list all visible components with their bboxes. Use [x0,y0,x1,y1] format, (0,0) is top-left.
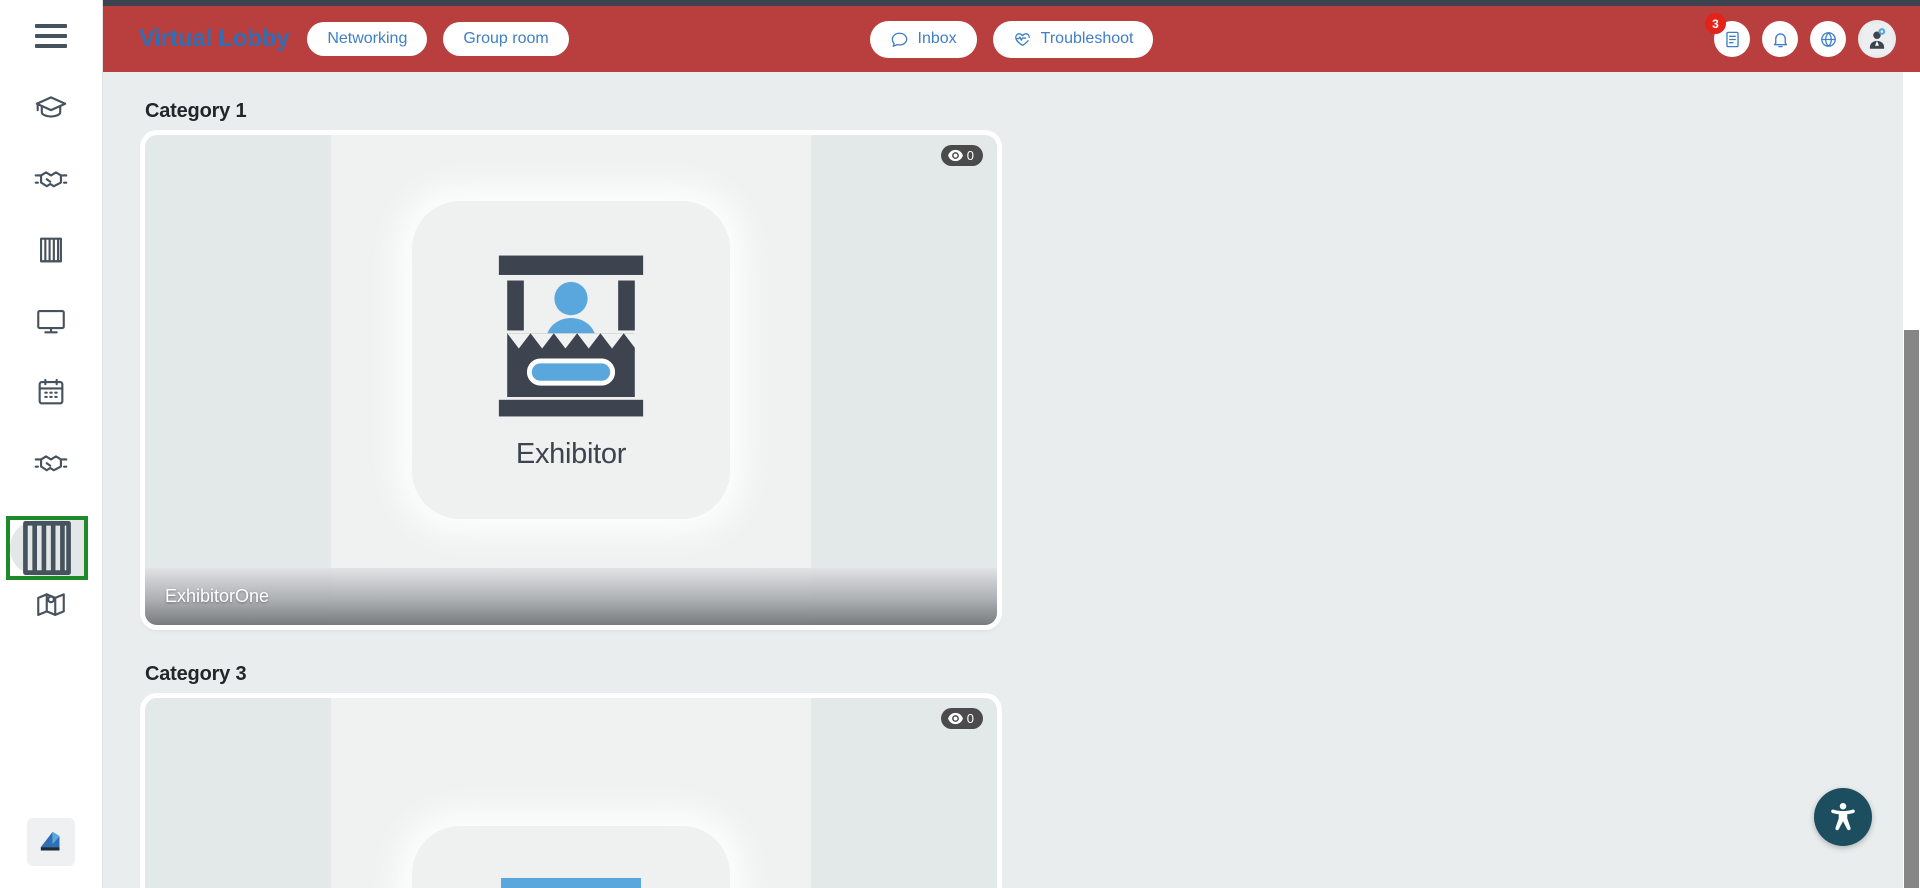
card-footer: ExhibitorOne [145,568,997,625]
artwork-tile: Exhibitor [412,201,730,519]
main-region: Virtual Lobby Networking Group room Inbo… [103,0,1920,888]
sidebar-item-exhibitor-hall[interactable] [6,516,88,580]
monitor-icon [37,309,65,333]
graduation-cap-icon [35,95,67,118]
eye-icon [947,149,963,162]
left-sidebar [0,0,103,888]
header-right-icons: 3 [1705,13,1896,58]
category-title: Category 3 [145,663,247,685]
sidebar-item-schedule[interactable] [0,356,103,427]
document-list-illustration [501,878,641,888]
user-avatar[interactable] [1858,20,1896,58]
sidebar-item-sponsors[interactable] [0,427,103,498]
vertical-scrollbar[interactable] [1903,72,1920,888]
sidebar-item-live-stream[interactable] [0,285,103,356]
sidebar-item-networking[interactable] [0,143,103,214]
map-icon [37,592,65,616]
notes-button[interactable]: 3 [1705,13,1750,57]
nav-pill-group-room[interactable]: Group room [443,22,569,56]
view-count-badge: 0 [940,145,983,166]
artwork-label: Exhibitor [515,437,627,470]
category-title: Category 1 [145,100,247,122]
accessibility-person-icon [1831,802,1855,831]
globe-icon [1820,31,1836,47]
language-button[interactable] [1810,21,1846,57]
eye-icon [947,712,963,725]
troubleshoot-label: Troubleshoot [1040,30,1134,47]
virtual-lobby-app: Virtual Lobby Networking Group room Inbo… [0,0,1920,888]
view-count-badge: 0 [940,708,983,729]
exhibitor-booth-illustration [498,255,644,416]
exhibitor-card[interactable]: 0 [145,135,997,625]
hamburger-menu-icon [35,24,67,48]
heartbeat-icon [1014,32,1030,46]
top-header: Virtual Lobby Networking Group room Inbo… [103,6,1920,72]
exhibitor-booth-icon [23,521,71,575]
exhibitor-name: ExhibitorOne [165,586,270,606]
notes-icon [1725,31,1739,47]
bell-icon [1773,32,1787,47]
card-artwork: Exhibitor [145,135,997,625]
content-area: Category 1 0 Exhibitor ExhibitorOne Cate… [103,72,1920,888]
scrollbar-thumb[interactable] [1904,330,1919,888]
handshake-icon [34,454,68,471]
hamburger-menu-button[interactable] [0,0,103,72]
event-logo-icon [40,831,60,851]
sidebar-item-sessions[interactable] [0,72,103,143]
scroll-pane[interactable]: Category 1 0 Exhibitor ExhibitorOne Cate… [103,72,1920,888]
header-center-actions: Inbox Troubleshoot [869,20,1154,58]
card-left-pane [145,698,331,888]
chat-bubble-icon [891,32,907,47]
page-title[interactable]: Virtual Lobby [139,25,290,53]
view-count: 0 [966,711,974,726]
sidebar-item-exhibitor-hall-inner [10,520,84,576]
notes-badge: 3 [1705,13,1726,34]
artwork-tile [412,826,730,888]
accessibility-button[interactable] [1814,788,1872,846]
exhibitor-card[interactable]: 0 [145,698,997,888]
nav-pill-networking[interactable]: Networking [307,22,428,56]
calendar-icon [38,378,64,404]
handshake-icon [34,170,68,187]
sidebar-item-exhibitors[interactable] [0,214,103,285]
troubleshoot-button[interactable]: Troubleshoot [992,20,1154,58]
exhibitor-booth-icon [40,237,62,262]
view-count: 0 [966,148,974,163]
inbox-label: Inbox [917,30,957,47]
inbox-button[interactable]: Inbox [869,20,977,58]
event-logo[interactable] [27,818,75,866]
notifications-button[interactable] [1762,21,1798,57]
avatar-icon [1862,24,1892,54]
